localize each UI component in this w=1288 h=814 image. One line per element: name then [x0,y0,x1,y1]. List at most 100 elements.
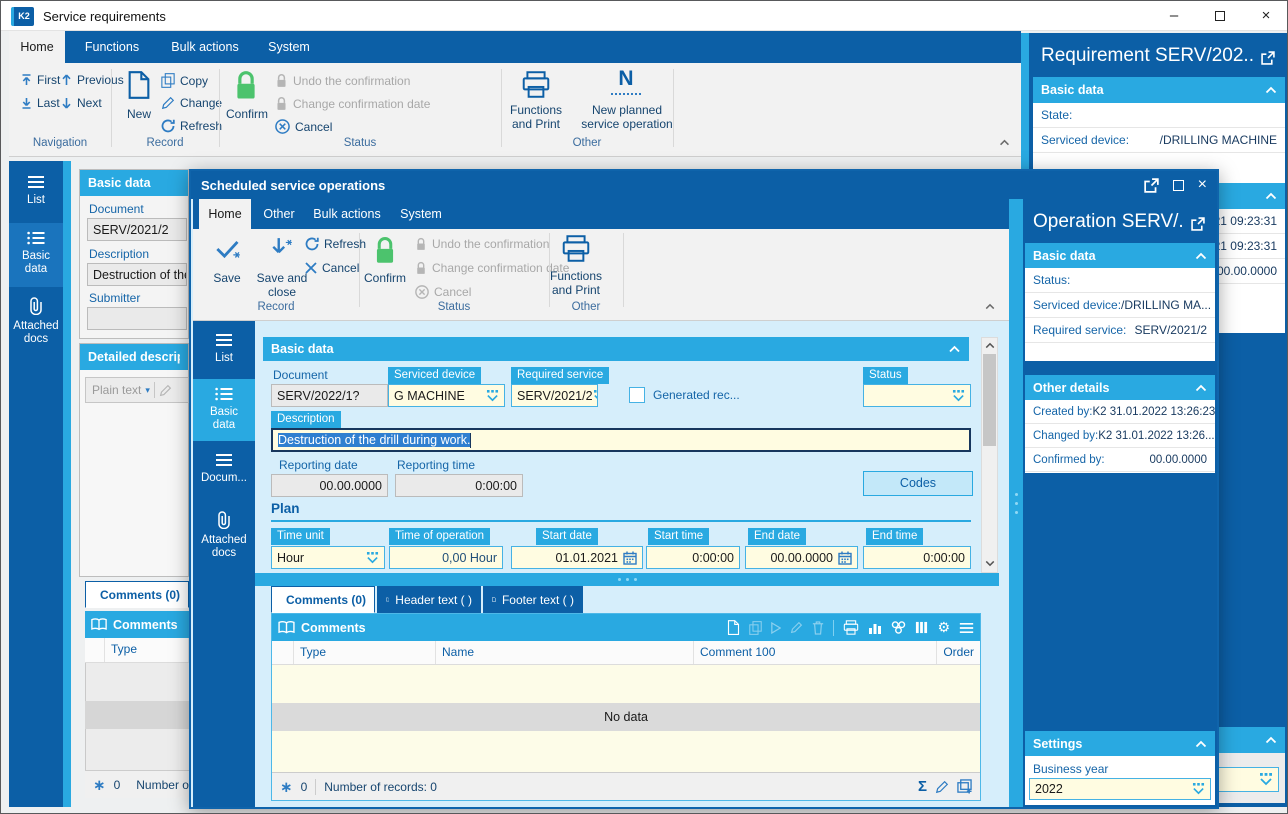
vertical-splitter[interactable] [1009,199,1023,807]
collapse-icon[interactable] [948,345,961,353]
dialog-tab-other[interactable]: Other [255,199,303,229]
column-type[interactable]: Type [105,638,189,662]
combo-arrow-icon[interactable] [1259,773,1273,786]
column-comment[interactable]: Comment 100 [694,641,937,664]
minimize-button[interactable]: – [1151,1,1197,31]
end-time-field[interactable]: 0:00:00 [863,546,971,569]
dialog-confirm-button[interactable] [373,235,397,265]
calendar-icon[interactable] [623,551,637,565]
start-date-field[interactable]: 01.01.2021 [511,546,643,569]
sidebar-item-attached-docs[interactable]: Attacheddocs [9,291,63,361]
form-basic-data-header[interactable]: Basic data [263,337,969,361]
time-unit-combo[interactable]: Hour [271,546,385,569]
footer-text-tab[interactable]: Footer text ( ) [483,586,583,613]
required-service-combo[interactable]: SERV/2021/2 [511,384,598,407]
copy-row-icon[interactable] [749,621,762,635]
save-button-label[interactable]: Save [199,271,255,285]
save-and-close-label[interactable]: Save and [253,271,311,285]
save-and-close-button[interactable] [269,237,295,261]
dialog-sidebar-item-list[interactable]: List [193,325,255,377]
sidebar-item-list[interactable]: List [9,167,63,219]
collapse-icon[interactable] [1195,384,1207,392]
confirm-button-label[interactable]: Confirm [219,107,275,121]
next-button[interactable]: Next [61,96,102,110]
save-and-close-label2[interactable]: close [253,285,311,299]
form-scrollbar[interactable] [981,337,998,573]
edit-icon[interactable] [790,621,803,634]
bg-basic-card-header[interactable]: Basic data [1033,77,1285,103]
bg-comments-tab[interactable]: Comments (0) [85,581,189,608]
codes-button[interactable]: Codes [863,471,973,496]
close-button[interactable]: × [1243,1,1288,31]
time-of-operation-field[interactable]: 0,00 Hour [389,546,503,569]
new-planned-operation-label[interactable]: New planned [581,103,673,117]
last-button[interactable]: Last [21,96,60,110]
save-button[interactable] [215,237,241,261]
dialog-float-icon[interactable] [1144,178,1159,193]
header-text-tab[interactable]: Header text ( ) [377,586,481,613]
panel-basic-header[interactable]: Basic data [1025,243,1215,268]
dialog-confirm-label[interactable]: Confirm [359,271,411,285]
new-button-label[interactable]: New [113,107,165,121]
combo-arrow-icon[interactable] [952,390,965,402]
edit-icon[interactable] [935,780,949,794]
change-button[interactable]: Change [161,96,222,110]
scroll-up-icon[interactable] [985,342,995,349]
end-date-field[interactable]: 00.00.0000 [745,546,858,569]
functions-print-button[interactable] [521,71,551,98]
collapse-icon[interactable] [1265,736,1277,744]
new-planned-operation-icon[interactable]: N [611,67,641,95]
collapse-icon[interactable] [1265,192,1277,200]
tab-functions[interactable]: Functions [71,31,153,63]
new-planned-operation-label2[interactable]: service operation [581,117,673,131]
copy-button[interactable]: Copy [161,73,208,88]
horizontal-splitter[interactable] [255,573,999,586]
column-order[interactable]: Order [937,641,980,664]
new-button[interactable] [127,71,151,99]
sidebar-item-basic-data[interactable]: Basicdata [9,223,63,287]
undo-confirmation-button[interactable]: Undo the confirmation [275,73,410,88]
cancel-button[interactable]: Cancel [275,119,332,134]
combo-arrow-icon[interactable] [1192,783,1205,795]
dialog-refresh-button[interactable]: Refresh [305,237,366,251]
dialog-functions-print-label[interactable]: Functions [545,269,607,283]
tab-bulk-actions[interactable]: Bulk actions [159,31,251,63]
calendar-icon[interactable] [838,551,852,565]
tab-home[interactable]: Home [9,31,65,63]
dialog-sidebar-item-documents[interactable]: Docum... [193,445,255,501]
dialog-sidebar-item-attached-docs[interactable]: Attacheddocs [193,505,255,577]
dialog-maximize-icon[interactable] [1173,180,1184,191]
serviced-device-combo[interactable]: G MACHINE [388,384,505,407]
bulk-icon[interactable] [891,621,906,634]
comments-tab[interactable]: Comments (0) [271,586,375,613]
dialog-tab-bulk-actions[interactable]: Bulk actions [307,199,387,229]
copy-add-icon[interactable] [957,779,972,794]
functions-print-label2[interactable]: and Print [501,117,571,131]
new-row-icon[interactable] [727,620,740,635]
status-combo[interactable] [863,384,971,407]
chart-icon[interactable] [868,621,882,635]
column-name[interactable]: Name [436,641,694,664]
grid-menu-icon[interactable] [959,622,974,634]
panel-other-details-header[interactable]: Other details [1025,375,1215,400]
combo-arrow-icon[interactable] [366,552,379,564]
dialog-close-icon[interactable]: × [1198,176,1207,194]
description-field[interactable]: Destruction of the drill during work. [271,428,971,452]
delete-icon[interactable] [812,621,824,635]
popout-icon[interactable] [1261,51,1275,65]
collapse-ribbon-icon[interactable] [985,303,995,310]
collapse-icon[interactable] [1195,252,1207,260]
sum-icon[interactable]: Σ [918,778,927,795]
maximize-button[interactable] [1197,1,1243,31]
column-type[interactable]: Type [294,641,436,664]
dialog-undo-confirmation-button[interactable]: Undo the confirmation [415,237,549,251]
scrollbar-thumb[interactable] [983,354,996,446]
combo-arrow-icon[interactable] [486,390,499,402]
dialog-functions-print-button[interactable] [561,235,591,262]
previous-button[interactable]: Previous [61,73,124,87]
tab-system[interactable]: System [257,31,321,63]
dialog-sidebar-item-basic-data[interactable]: Basicdata [193,379,255,441]
collapse-icon[interactable] [1265,86,1277,94]
print-icon[interactable] [843,620,859,635]
dialog-cancel-button[interactable]: Cancel [305,261,359,275]
